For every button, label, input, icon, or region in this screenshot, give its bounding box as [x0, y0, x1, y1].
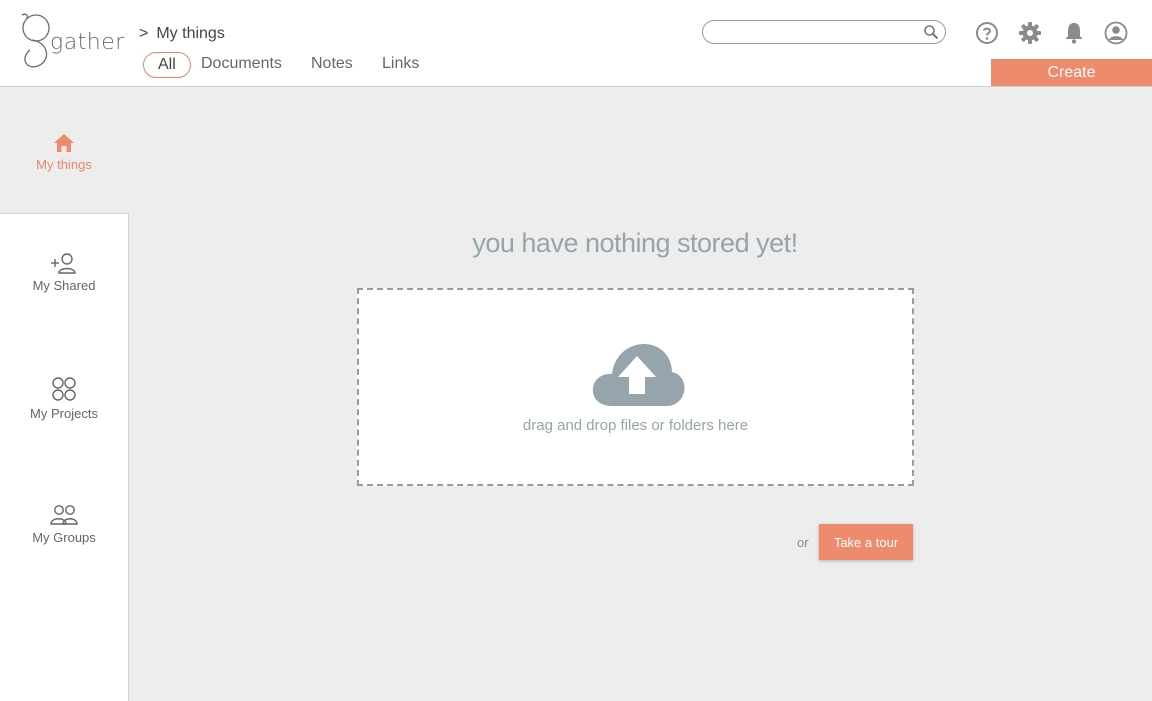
- add-user-icon: [51, 253, 76, 274]
- groups-icon: [50, 505, 78, 525]
- sidebar-item-label: My Projects: [30, 406, 98, 421]
- cloud-upload-icon: [592, 344, 685, 406]
- tab-all[interactable]: All: [143, 52, 191, 78]
- gather-logo[interactable]: gather: [18, 12, 124, 70]
- tab-documents[interactable]: Documents: [201, 52, 282, 76]
- sidebar-item-label: My Groups: [32, 530, 96, 545]
- take-tour-button[interactable]: Take a tour: [819, 524, 913, 560]
- breadcrumb: > My things: [139, 25, 225, 43]
- sidebar-item-my-projects[interactable]: My Projects: [0, 376, 128, 421]
- tab-notes[interactable]: Notes: [311, 52, 353, 76]
- bell-icon[interactable]: [1062, 21, 1086, 45]
- search-box: [702, 20, 946, 44]
- search-input[interactable]: [713, 23, 917, 43]
- user-icon[interactable]: [1104, 21, 1128, 45]
- create-button[interactable]: Create: [991, 59, 1152, 86]
- file-dropzone[interactable]: drag and drop files or folders here: [357, 288, 914, 486]
- sidebar-item-label: My Shared: [32, 278, 96, 293]
- empty-state-title: you have nothing stored yet!: [472, 228, 798, 258]
- breadcrumb-current: My things: [156, 25, 225, 42]
- dropzone-text: drag and drop files or folders here: [522, 417, 749, 434]
- search-icon[interactable]: [923, 24, 939, 40]
- sidebar-item-my-things[interactable]: My things: [0, 133, 128, 172]
- home-icon: [54, 134, 74, 152]
- breadcrumb-separator: >: [139, 25, 149, 42]
- or-text: or: [797, 535, 809, 550]
- sidebar-active-area: My things: [0, 87, 128, 213]
- sidebar: My Shared My Projects My Groups: [0, 213, 129, 701]
- sidebar-item-label: My things: [36, 157, 92, 172]
- help-icon[interactable]: [975, 21, 999, 45]
- sidebar-item-my-groups[interactable]: My Groups: [0, 504, 128, 545]
- gear-icon[interactable]: [1018, 21, 1042, 45]
- sidebar-item-my-shared[interactable]: My Shared: [0, 252, 128, 293]
- logo-text: gather: [50, 30, 125, 55]
- top-header: gather > My things All Documents Notes Li…: [0, 0, 1152, 87]
- tab-links[interactable]: Links: [382, 52, 419, 76]
- projects-icon: [52, 377, 76, 401]
